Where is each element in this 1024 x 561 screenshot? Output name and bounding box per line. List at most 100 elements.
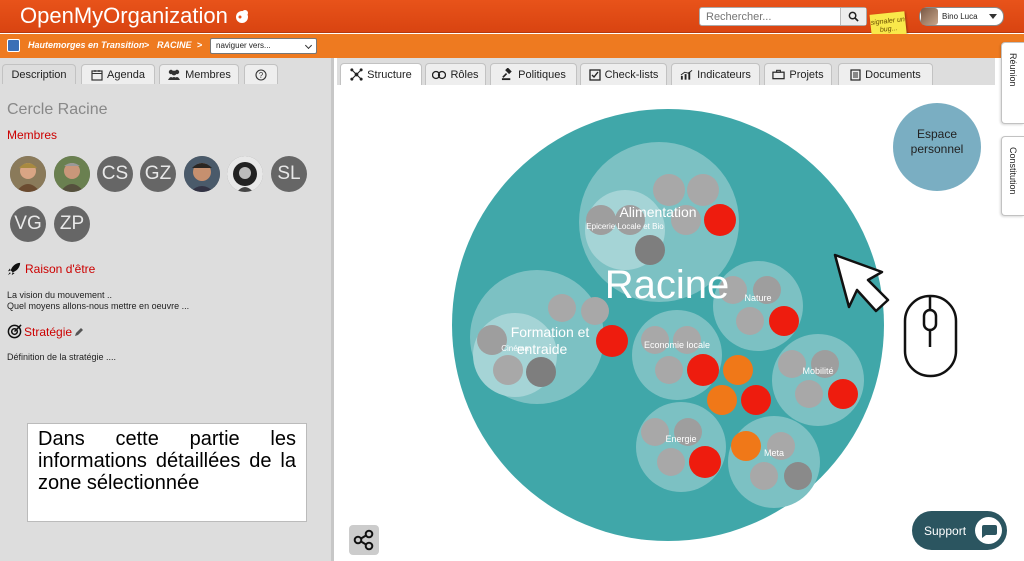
role-bubble[interactable] (784, 462, 812, 490)
briefcase-icon (772, 69, 786, 80)
user-menu[interactable]: Bino Luca (919, 7, 1004, 26)
circle-label-meta: Meta (764, 448, 784, 458)
role-bubble[interactable] (493, 355, 523, 385)
tab-label: Membres (185, 68, 231, 81)
role-bubble[interactable] (687, 174, 719, 206)
member-avatar[interactable]: ZP (54, 206, 90, 242)
side-tab-constitution[interactable]: Constitution (1001, 136, 1024, 216)
structure-icon (350, 68, 363, 81)
tab-membres[interactable]: Membres (159, 64, 239, 84)
member-avatar[interactable] (184, 156, 220, 192)
role-bubble[interactable] (731, 431, 761, 461)
member-avatar[interactable]: CS (97, 156, 133, 192)
role-bubble[interactable] (655, 356, 683, 384)
breadcrumb: Hautemorges en Transition > RACINE > nav… (0, 34, 1024, 58)
svg-text:?: ? (259, 71, 264, 80)
circle-mobilite[interactable] (772, 334, 864, 426)
tab-label: Documents (865, 68, 921, 81)
search-button[interactable] (840, 8, 866, 25)
role-bubble[interactable] (828, 379, 858, 409)
tab-indicateurs[interactable]: Indicateurs (671, 63, 760, 85)
rocket-icon (7, 262, 21, 276)
member-avatar[interactable]: SL (271, 156, 307, 192)
search-icon (848, 11, 859, 22)
role-bubble[interactable] (635, 235, 665, 265)
role-bubble[interactable] (657, 448, 685, 476)
circle-label-energie: Energie (665, 434, 696, 444)
purpose-title: Raison d'être (25, 261, 96, 276)
role-bubble[interactable] (548, 294, 576, 322)
side-tab-label: Réunion (1008, 53, 1018, 87)
navigate-select[interactable]: naviguer vers... (210, 38, 317, 54)
members-heading: Membres (7, 128, 58, 142)
role-bubble[interactable] (653, 174, 685, 206)
role-bubble[interactable] (687, 354, 719, 386)
tab-label: Agenda (107, 68, 145, 81)
support-button[interactable]: Support (912, 511, 1007, 550)
tab-help[interactable]: ? (244, 64, 278, 84)
member-avatar[interactable] (10, 156, 46, 192)
circle-structure-diagram[interactable]: Alimentation Epicerie Locale et Bio Raci… (337, 85, 995, 561)
purpose-text: La vision du mouvement .. Quel moyens al… (7, 290, 189, 312)
tab-structure[interactable]: Structure (340, 63, 422, 85)
share-button[interactable] (349, 525, 379, 555)
strategy-title: Stratégie (24, 324, 73, 339)
tab-check-lists[interactable]: Check-lists (580, 63, 667, 85)
target-icon (7, 324, 22, 339)
side-tab-label: Constitution (1008, 147, 1018, 195)
member-avatar[interactable] (227, 156, 263, 192)
role-bubble[interactable] (689, 446, 721, 478)
navigate-select-value: naviguer vers... (216, 41, 271, 50)
circle-label-formation-1: Formation et (511, 324, 590, 340)
tab-label: Politiques (518, 68, 566, 81)
role-bubble[interactable] (707, 385, 737, 415)
circle-meta[interactable] (728, 416, 820, 508)
role-bubble[interactable] (723, 355, 753, 385)
tab-agenda[interactable]: Agenda (81, 64, 155, 84)
member-photo (10, 156, 46, 192)
side-tab-reunion[interactable]: Réunion (1001, 42, 1024, 124)
circle-title: Cercle Racine (7, 101, 108, 118)
search-input[interactable] (700, 8, 840, 25)
tab-projets[interactable]: Projets (764, 63, 832, 85)
circle-label-alimentation: Alimentation (619, 204, 696, 220)
user-avatar (921, 8, 938, 25)
breadcrumb-separator: > (144, 40, 150, 50)
app-title: OpenMyOrganization (20, 3, 228, 28)
tab-label: Projets (789, 68, 824, 81)
breadcrumb-current[interactable]: RACINE (157, 40, 192, 50)
role-bubble[interactable] (526, 357, 556, 387)
circle-label-nature: Nature (744, 293, 771, 303)
roles-icon (432, 70, 447, 79)
member-avatar[interactable] (54, 156, 90, 192)
role-bubble[interactable] (704, 204, 736, 236)
edit-pencil-icon[interactable] (74, 327, 84, 337)
role-bubble[interactable] (769, 306, 799, 336)
circle-energie[interactable] (636, 402, 726, 492)
tab-roles[interactable]: Rôles (425, 63, 486, 85)
breadcrumb-separator: > (197, 40, 203, 50)
tab-label: Structure (367, 68, 412, 81)
breadcrumb-org[interactable]: Hautemorges en Transition (28, 40, 144, 50)
role-bubble[interactable] (736, 307, 764, 335)
app-brand[interactable]: OpenMyOrganization (20, 3, 250, 29)
tab-description[interactable]: Description (2, 64, 76, 84)
org-logo-icon (235, 10, 248, 23)
purpose-line: La vision du mouvement .. (7, 290, 113, 300)
member-avatar[interactable]: VG (10, 206, 46, 242)
home-icon[interactable] (7, 39, 20, 52)
role-bubble[interactable] (795, 380, 823, 408)
document-icon (850, 68, 861, 81)
share-icon (353, 529, 374, 551)
member-avatar[interactable]: GZ (140, 156, 176, 192)
circle-label-economie: Economie locale (644, 340, 710, 350)
role-bubble[interactable] (750, 462, 778, 490)
tab-documents[interactable]: Documents (838, 63, 933, 85)
tab-label: Description (11, 68, 67, 81)
role-bubble[interactable] (741, 385, 771, 415)
structure-canvas[interactable]: Alimentation Epicerie Locale et Bio Raci… (337, 85, 995, 561)
role-bubble[interactable] (596, 325, 628, 357)
support-label: Support (924, 523, 967, 538)
gavel-icon (502, 68, 512, 81)
tab-politiques[interactable]: Politiques (490, 63, 577, 85)
